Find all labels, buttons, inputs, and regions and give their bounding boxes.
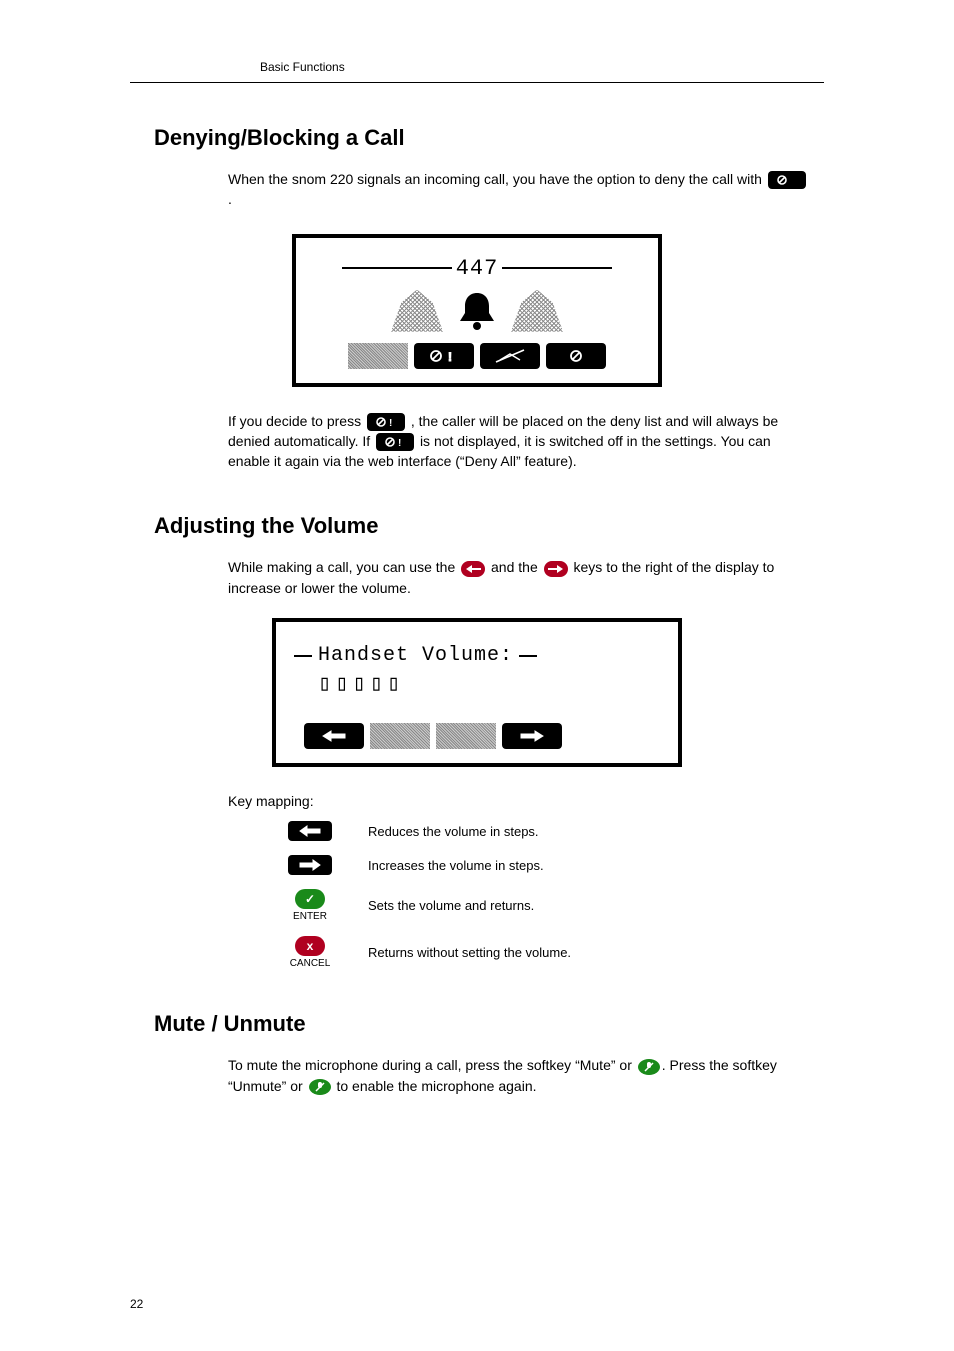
text: If you decide to press	[228, 413, 365, 429]
heading-adjust-volume: Adjusting the Volume	[154, 513, 824, 539]
key-label: ENTER	[280, 911, 340, 922]
key-desc: Sets the volume and returns.	[368, 898, 534, 913]
arrow-left-icon	[288, 821, 332, 841]
table-row: Increases the volume in steps.	[280, 855, 824, 875]
svg-text:!: !	[389, 418, 392, 428]
table-row: x CANCEL Returns without setting the vol…	[280, 936, 824, 969]
softkey-slot	[436, 723, 496, 749]
enter-button-icon: ✓	[295, 889, 325, 909]
rocker-left-icon	[461, 561, 485, 577]
key-desc: Increases the volume in steps.	[368, 858, 544, 873]
mute-button-icon	[309, 1079, 331, 1095]
mute-paragraph: To mute the microphone during a call, pr…	[228, 1055, 814, 1096]
softkey-slot	[370, 723, 430, 749]
volume-paragraph: While making a call, you can use the and…	[228, 557, 814, 598]
deny-bang-key-icon: !	[376, 433, 414, 451]
confetti-right-icon	[511, 290, 563, 332]
softkey-slot	[348, 343, 408, 369]
key-label: CANCEL	[280, 958, 340, 969]
volume-level-blocks: ▯▯▯▯▯	[318, 671, 660, 697]
heading-mute-unmute: Mute / Unmute	[154, 1011, 824, 1037]
key-mapping-label: Key mapping:	[228, 793, 314, 809]
deny-bang-key-icon: !	[367, 413, 405, 431]
softkey-deny-bang[interactable]: !	[414, 343, 474, 369]
rocker-right-icon	[544, 561, 568, 577]
key-desc: Reduces the volume in steps.	[368, 824, 539, 839]
lcd-caller-number: 447	[456, 256, 499, 281]
heading-deny-block: Denying/Blocking a Call	[154, 125, 824, 151]
table-row: Reduces the volume in steps.	[280, 821, 824, 841]
key-mapping-table: Reduces the volume in steps. Increases t…	[280, 821, 824, 969]
svg-text:!: !	[448, 350, 452, 364]
page-header: Basic Functions	[130, 60, 824, 83]
text: and the	[491, 559, 542, 575]
softkey-mute-icon[interactable]	[480, 343, 540, 369]
page-number: 22	[130, 1297, 143, 1311]
lcd-volume-title: Handset Volume:	[318, 644, 513, 667]
softkey-deny[interactable]	[546, 343, 606, 369]
bell-icon	[453, 287, 501, 335]
softkey-vol-up[interactable]	[502, 723, 562, 749]
softkey-vol-down[interactable]	[304, 723, 364, 749]
cancel-button-icon: x	[295, 936, 325, 956]
lcd-incoming-call: 447 !	[292, 234, 662, 387]
text: to enable the microphone again.	[336, 1078, 536, 1094]
text: When the snom 220 signals an incoming ca…	[228, 171, 766, 187]
deny-key-icon	[768, 171, 806, 189]
key-desc: Returns without setting the volume.	[368, 945, 571, 960]
deny-paragraph-1: When the snom 220 signals an incoming ca…	[228, 169, 814, 210]
table-row: ✓ ENTER Sets the volume and returns.	[280, 889, 824, 922]
arrow-right-icon	[288, 855, 332, 875]
text: .	[228, 191, 232, 207]
svg-text:!: !	[398, 438, 401, 448]
lcd-volume: Handset Volume: ▯▯▯▯▯	[272, 618, 682, 767]
confetti-left-icon	[391, 290, 443, 332]
text: While making a call, you can use the	[228, 559, 459, 575]
mute-button-icon	[638, 1059, 660, 1075]
text: To mute the microphone during a call, pr…	[228, 1057, 636, 1073]
deny-paragraph-2: If you decide to press ! , the caller wi…	[228, 411, 814, 472]
